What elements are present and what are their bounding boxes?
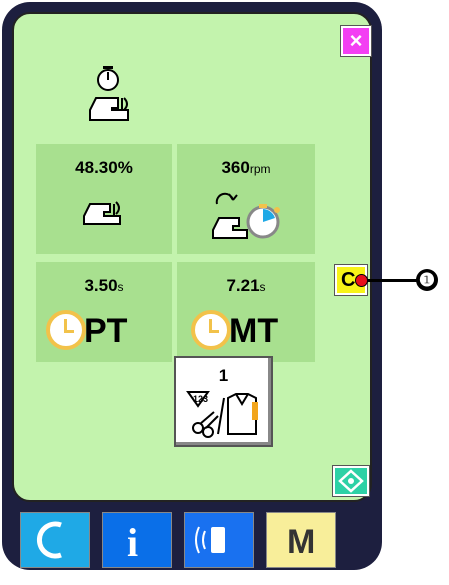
speed-unit: rpm [249,162,271,176]
close-button[interactable]: × [340,25,372,57]
info-button[interactable]: i [102,512,172,568]
info-icon: i [127,520,139,565]
machine-time-value: 7.21s [177,276,315,296]
start-icon [338,469,364,493]
timer-sewing-machine-icon [89,66,129,121]
device: 48.30% 360rpm 3.50s PT 7.21s MT 1 123 × … [0,0,449,585]
thread-trim-counter-icon: 123 [186,391,258,438]
machine-time-cell: 7.21s MT [177,262,315,362]
speed-timer-icon [212,192,280,239]
stitch-rate-unit: % [117,158,133,177]
stitch-rate-cell: 48.30% [36,144,172,254]
speed-number: 360 [221,158,250,177]
clock-icon [46,310,86,350]
stitch-rate-value: 48.30% [36,158,172,178]
clock-icon [191,310,231,350]
pitch-time-value: 3.50s [36,276,172,296]
callout-dot [355,274,368,287]
sewing-machine-icon [83,201,121,225]
communication-button[interactable] [184,512,254,568]
ready-button[interactable] [20,512,90,568]
machine-time-label: MT [229,312,279,350]
pitch-time-number: 3.50 [84,276,118,295]
speed-cell: 360rpm [177,144,315,254]
machine-time-number: 7.21 [226,276,260,295]
menu-label: M [287,523,316,561]
machine-time-unit: s [259,280,266,294]
clear-label: C [341,269,356,291]
callout-number: ❶ [416,269,438,291]
pitch-time-unit: s [117,280,124,294]
menu-button[interactable]: M [266,512,336,568]
start-button[interactable] [332,465,370,497]
communication-icon [195,526,225,554]
counter-value: 1 [218,366,229,385]
ready-icon [37,521,62,559]
speed-value: 360rpm [177,158,315,178]
pitch-time-label: PT [84,312,128,350]
svg-text:123: 123 [193,394,208,404]
main-screen: 48.30% 360rpm 3.50s PT 7.21s MT 1 123 [12,12,372,502]
thread-trim-counter-button[interactable]: 1 123 [174,356,273,447]
stitch-rate-number: 48.30 [75,158,118,177]
close-icon: × [349,28,363,53]
pitch-time-cell: 3.50s PT [36,262,172,362]
